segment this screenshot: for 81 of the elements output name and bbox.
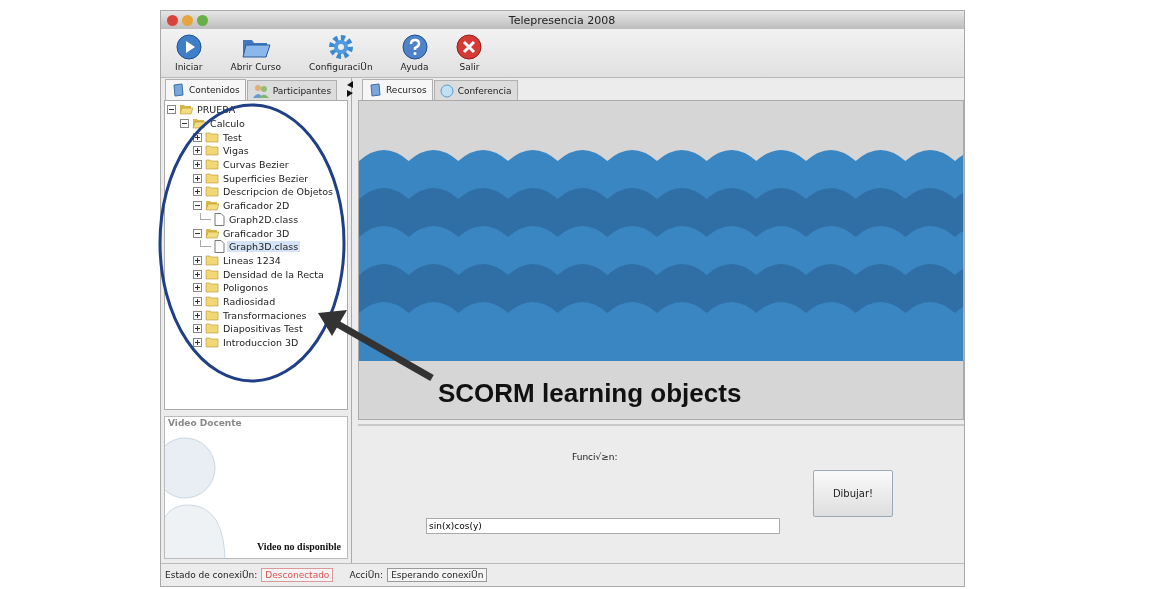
expand-icon[interactable] bbox=[193, 132, 202, 142]
folder-icon bbox=[205, 227, 219, 239]
tree-item[interactable]: Graficador 2D bbox=[221, 200, 292, 212]
folder-icon bbox=[179, 104, 193, 116]
book-icon bbox=[368, 83, 382, 97]
globe-icon bbox=[439, 83, 454, 98]
tree-item[interactable]: Calculo bbox=[208, 118, 247, 130]
toolbar-button[interactable]: Abrir Curso bbox=[222, 34, 290, 72]
field-label: Funci√≥n: bbox=[572, 452, 618, 462]
expand-icon[interactable] bbox=[193, 310, 202, 320]
toolbar-button[interactable]: ConfiguraciÜn bbox=[301, 34, 381, 72]
expand-icon[interactable] bbox=[193, 173, 202, 183]
expand-icon[interactable] bbox=[193, 187, 202, 197]
tree-item[interactable]: Graficador 3D bbox=[221, 227, 292, 239]
folder-icon bbox=[205, 186, 219, 198]
file-icon bbox=[214, 240, 225, 254]
toolbar-button[interactable]: Ayuda bbox=[392, 34, 437, 72]
tree-item[interactable]: Graph2D.class bbox=[227, 213, 301, 225]
folder-icon bbox=[205, 282, 219, 294]
panel-title: Video Docente bbox=[168, 418, 242, 428]
status-value: Desconectado bbox=[261, 568, 334, 582]
expand-icon[interactable] bbox=[193, 269, 202, 279]
tree-item[interactable]: Diapositivas Test bbox=[221, 323, 305, 335]
tree-item[interactable]: Lineas 1234 bbox=[221, 254, 283, 266]
callout-label: SCORM learning objects bbox=[438, 378, 742, 409]
folder-icon bbox=[205, 159, 219, 171]
expand-icon[interactable] bbox=[193, 324, 202, 334]
people-icon bbox=[252, 83, 269, 98]
tab[interactable]: Contenidos bbox=[165, 79, 246, 100]
tree-item[interactable]: Radiosidad bbox=[221, 295, 278, 307]
collapse-icon[interactable] bbox=[193, 228, 202, 238]
status-label: AcciÜn: bbox=[349, 570, 384, 580]
tree-item[interactable]: Transformaciones bbox=[221, 309, 309, 321]
expand-icon[interactable] bbox=[193, 338, 202, 348]
tree-item[interactable]: Poligonos bbox=[221, 282, 271, 294]
window-title: Telepresencia 2008 bbox=[507, 13, 617, 27]
folder-icon bbox=[205, 131, 219, 143]
folder-icon bbox=[192, 118, 206, 130]
status-value: Esperando conexiÜn bbox=[387, 568, 488, 582]
function-input[interactable]: sin(x)cos(y) bbox=[426, 518, 780, 534]
folder-icon bbox=[205, 268, 219, 280]
help-icon bbox=[401, 34, 428, 60]
play-icon bbox=[175, 34, 202, 60]
tree-item[interactable]: Introduccion 3D bbox=[221, 337, 301, 349]
toolbar-button[interactable]: Iniciar bbox=[167, 34, 211, 72]
expand-icon[interactable] bbox=[193, 146, 202, 156]
tree-item[interactable]: Descripcion de Objetos bbox=[221, 186, 335, 198]
folder-icon bbox=[205, 323, 219, 335]
expand-icon[interactable] bbox=[193, 160, 202, 170]
collapse-icon[interactable] bbox=[193, 201, 202, 211]
book-icon bbox=[171, 83, 185, 97]
close-icon bbox=[456, 34, 483, 60]
close-window-button[interactable] bbox=[167, 14, 178, 26]
folder-icon bbox=[205, 200, 219, 212]
folder-icon bbox=[205, 254, 219, 266]
folder-icon bbox=[205, 337, 219, 349]
expand-icon[interactable] bbox=[193, 283, 202, 293]
tree-item[interactable]: Test bbox=[221, 131, 244, 143]
tree-item[interactable]: Vigas bbox=[221, 145, 251, 157]
status-label: Estado de conexiÜn: bbox=[165, 570, 258, 580]
expand-icon[interactable] bbox=[193, 255, 202, 265]
tab[interactable]: Recursos bbox=[362, 79, 433, 100]
expand-icon[interactable] bbox=[193, 296, 202, 306]
toolbar-button[interactable]: Salir bbox=[448, 34, 491, 72]
draw-button[interactable]: Dibujar! bbox=[813, 470, 893, 517]
collapse-icon[interactable] bbox=[167, 105, 176, 115]
tab[interactable]: Participantes bbox=[246, 80, 338, 100]
tab[interactable]: Conferencia bbox=[433, 80, 518, 100]
video-status-text: Video no disponible bbox=[256, 541, 341, 552]
tab-scroll-icon[interactable] bbox=[347, 80, 353, 98]
folder-icon bbox=[205, 309, 219, 321]
tree-item[interactable]: Curvas Bezier bbox=[221, 159, 291, 171]
gear-icon bbox=[327, 34, 354, 60]
folder-icon bbox=[205, 172, 219, 184]
tree-item[interactable]: Superficies Bezier bbox=[221, 172, 311, 184]
collapse-icon[interactable] bbox=[180, 119, 189, 129]
tree-item[interactable]: Graph3D.class bbox=[227, 241, 301, 253]
folder-icon bbox=[205, 145, 219, 157]
folder-icon bbox=[205, 295, 219, 307]
file-icon bbox=[214, 212, 225, 226]
tree-item[interactable]: Densidad de la Recta bbox=[221, 268, 326, 280]
